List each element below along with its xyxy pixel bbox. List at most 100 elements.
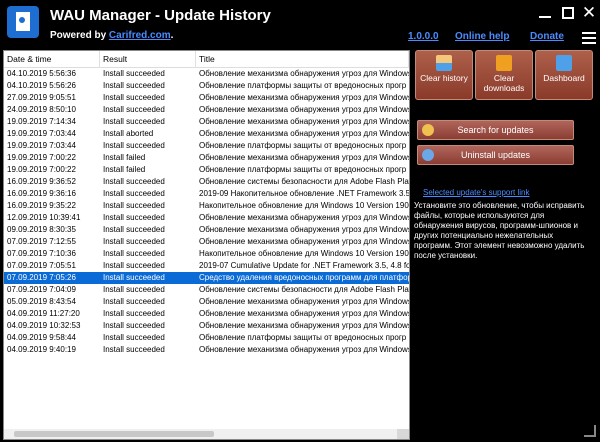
update-description: Установите это обновление, чтобы исправи…	[414, 201, 585, 260]
cell-date: 24.09.2019 8:50:10	[7, 105, 76, 114]
cell-result: Install succeeded	[103, 189, 165, 198]
table-row[interactable]: 07.09.2019 7:04:09 Install succeeded Обнов…	[4, 284, 409, 296]
table-row[interactable]: 04.09.2019 11:27:20 Install succeeded Обно…	[4, 308, 409, 320]
cell-date: 04.09.2019 11:27:20	[7, 309, 80, 318]
scrollbar-corner	[397, 429, 409, 439]
search-updates-button[interactable]: Search for updates	[417, 120, 574, 140]
table-header: Date & time Result Title	[4, 51, 409, 68]
maximize-button[interactable]	[559, 4, 577, 22]
table-row[interactable]: 16.09.2019 9:36:16 Install succeeded 2019-…	[4, 188, 409, 200]
horizontal-scrollbar[interactable]	[4, 429, 409, 439]
table-row[interactable]: 04.09.2019 10:32:53 Install succeeded Обно…	[4, 320, 409, 332]
table-row[interactable]: 12.09.2019 10:39:41 Install succeeded Обно…	[4, 212, 409, 224]
cell-date: 19.09.2019 7:03:44	[7, 129, 76, 138]
table-row[interactable]: 19.09.2019 7:14:34 Install succeeded Обнов…	[4, 116, 409, 128]
column-header-date[interactable]: Date & time	[4, 51, 100, 68]
cell-title: Обновление платформы защиты от вредоносн…	[199, 81, 407, 90]
cell-result: Install succeeded	[103, 309, 165, 318]
minimize-icon	[539, 16, 551, 18]
download-icon	[496, 55, 512, 71]
minimize-button[interactable]	[536, 4, 554, 22]
support-link[interactable]: Selected update's support link	[423, 188, 529, 197]
table-row[interactable]: 07.09.2019 7:05:51 Install succeeded 2019-…	[4, 260, 409, 272]
broom-icon	[436, 55, 452, 71]
maximize-icon	[562, 7, 574, 19]
table-row[interactable]: 19.09.2019 7:03:44 Install succeeded Обнов…	[4, 140, 409, 152]
cell-title: Обновление механизма обнаружения угроз д…	[199, 93, 409, 102]
cell-date: 19.09.2019 7:14:34	[7, 117, 76, 126]
cell-date: 07.09.2019 7:05:51	[7, 261, 76, 270]
cell-title: Обновление платформы защиты от вредоносн…	[199, 165, 407, 174]
clear-history-button[interactable]: Clear history	[415, 50, 473, 100]
cell-date: 12.09.2019 10:39:41	[7, 213, 81, 222]
cell-title: Обновление системы безопасности для Adob…	[199, 177, 409, 186]
table-row[interactable]: 16.09.2019 9:35:22 Install succeeded Накоп…	[4, 200, 409, 212]
cell-title: Обновление механизма обнаружения угроз д…	[199, 129, 409, 138]
cell-title: Накопительное обновление для Windows 10 …	[199, 249, 409, 258]
cell-result: Install succeeded	[103, 333, 165, 342]
dashboard-label: Dashboard	[543, 73, 585, 83]
table-row[interactable]: 05.09.2019 8:43:54 Install succeeded Обнов…	[4, 296, 409, 308]
cell-date: 05.09.2019 8:43:54	[7, 297, 76, 306]
table-row[interactable]: 04.10.2019 5:56:36 Install succeeded Обнов…	[4, 68, 409, 80]
cell-date: 09.09.2019 8:30:35	[7, 225, 76, 234]
online-help-link[interactable]: Online help	[455, 31, 509, 42]
cell-result: Install succeeded	[103, 117, 165, 126]
donate-link[interactable]: Donate	[530, 31, 564, 42]
version-link[interactable]: 1.0.0.0	[408, 31, 439, 42]
cell-result: Install succeeded	[103, 141, 165, 150]
cell-title: Обновление механизма обнаружения угроз д…	[199, 117, 409, 126]
scrollbar-thumb[interactable]	[14, 431, 214, 437]
table-row[interactable]: 19.09.2019 7:00:22 Install failed Обновлен…	[4, 164, 409, 176]
powered-prefix: Powered by	[50, 30, 107, 41]
update-history-table[interactable]: Date & time Result Title 04.10.2019 5:56…	[3, 50, 410, 440]
cell-date: 07.09.2019 7:12:55	[7, 237, 76, 246]
cell-date: 19.09.2019 7:00:22	[7, 153, 76, 162]
cell-title: Обновление механизма обнаружения угроз д…	[199, 345, 409, 354]
table-row[interactable]: 19.09.2019 7:00:22 Install failed Обновлен…	[4, 152, 409, 164]
table-row[interactable]: 09.09.2019 8:30:35 Install succeeded Обнов…	[4, 224, 409, 236]
powered-suffix: .	[170, 30, 174, 41]
uninstall-updates-label: Uninstall updates	[460, 150, 531, 160]
table-row[interactable]: 04.09.2019 9:40:19 Install succeeded Обнов…	[4, 344, 409, 356]
uninstall-updates-button[interactable]: Uninstall updates	[417, 145, 574, 165]
table-row[interactable]: 24.09.2019 8:50:10 Install succeeded Обнов…	[4, 104, 409, 116]
cell-result: Install succeeded	[103, 69, 165, 78]
powered-by: Powered by Carifred.com.	[50, 30, 173, 41]
cell-title: 2019-07 Cumulative Update for .NET Frame…	[199, 261, 409, 270]
cell-result: Install succeeded	[103, 321, 165, 330]
window-title: WAU Manager - Update History	[50, 7, 271, 24]
table-row[interactable]: 07.09.2019 7:12:55 Install succeeded Обнов…	[4, 236, 409, 248]
cell-result: Install succeeded	[103, 297, 165, 306]
table-row[interactable]: 04.10.2019 5:56:26 Install succeeded Обнов…	[4, 80, 409, 92]
dashboard-button[interactable]: Dashboard	[535, 50, 593, 100]
cell-title: Обновление платформы защиты от вредоносн…	[199, 141, 407, 150]
cell-result: Install succeeded	[103, 225, 165, 234]
cell-result: Install succeeded	[103, 213, 165, 222]
uninstall-icon	[422, 149, 434, 161]
table-row[interactable]: 16.09.2019 9:36:52 Install succeeded Обнов…	[4, 176, 409, 188]
column-header-title[interactable]: Title	[196, 51, 409, 68]
table-row[interactable]: 07.09.2019 7:10:36 Install succeeded Накоп…	[4, 248, 409, 260]
column-header-result[interactable]: Result	[100, 51, 196, 68]
cell-result: Install succeeded	[103, 237, 165, 246]
search-updates-icon	[422, 124, 434, 136]
brand-link[interactable]: Carifred.com	[109, 30, 171, 41]
app-logo-icon	[7, 6, 39, 38]
resize-grip-icon[interactable]	[584, 425, 596, 437]
clear-downloads-button[interactable]: Clear downloads	[475, 50, 533, 100]
cell-date: 16.09.2019 9:35:22	[7, 201, 76, 210]
table-row[interactable]: 27.09.2019 9:05:51 Install succeeded Обнов…	[4, 92, 409, 104]
cell-date: 19.09.2019 7:00:22	[7, 165, 76, 174]
cell-result: Install succeeded	[103, 249, 165, 258]
cell-date: 19.09.2019 7:03:44	[7, 141, 76, 150]
search-updates-label: Search for updates	[457, 125, 534, 135]
cell-title: Средство удаления вредоносных программ д…	[199, 273, 409, 282]
menu-icon[interactable]	[582, 32, 596, 44]
table-row[interactable]: 07.09.2019 7:05:26 Install succeeded Средс…	[4, 272, 409, 284]
table-row[interactable]: 19.09.2019 7:03:44 Install aborted Обновле…	[4, 128, 409, 140]
close-button[interactable]: ✕	[580, 4, 598, 22]
table-row[interactable]: 04.09.2019 9:58:44 Install succeeded Обнов…	[4, 332, 409, 344]
cell-date: 04.10.2019 5:56:36	[7, 69, 76, 78]
cell-title: Обновление механизма обнаружения угроз д…	[199, 309, 409, 318]
